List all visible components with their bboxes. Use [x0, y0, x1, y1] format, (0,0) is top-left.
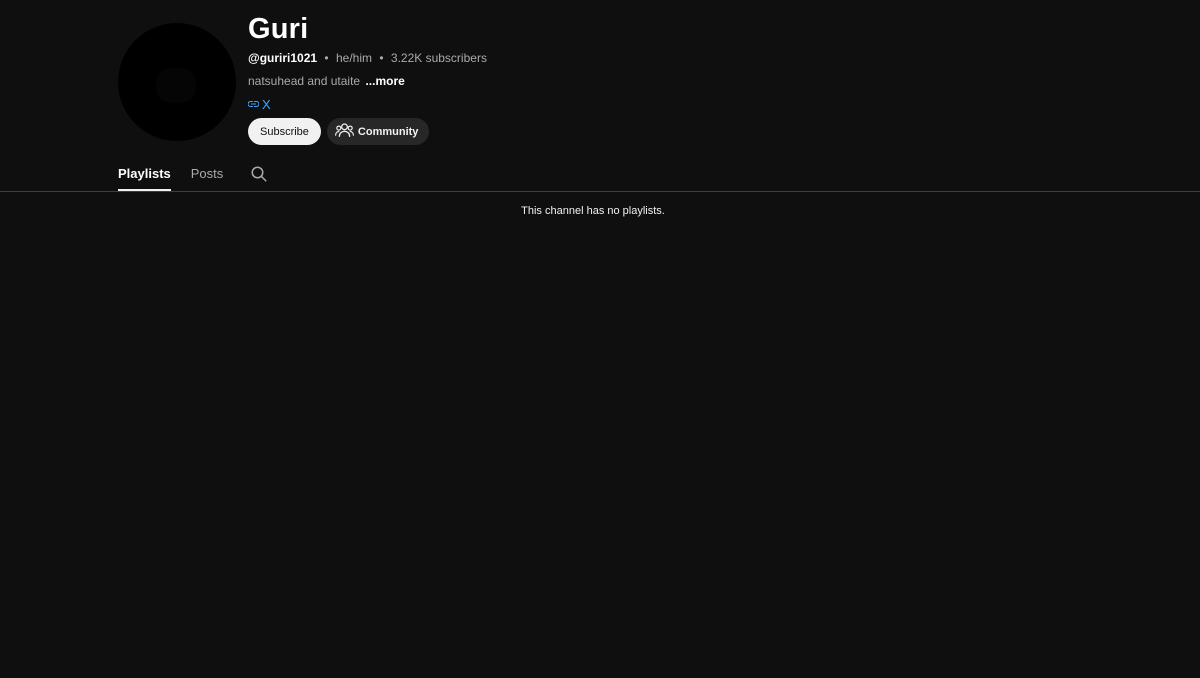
- channel-page: Guri @guriri1021 • he/him • 3.22K subscr…: [0, 0, 1200, 678]
- tabs-divider: [0, 191, 1200, 192]
- meta-separator: •: [379, 51, 384, 65]
- channel-tabs: Playlists Posts: [118, 160, 268, 191]
- channel-avatar[interactable]: [118, 23, 236, 141]
- channel-header: Guri @guriri1021 • he/him • 3.22K subscr…: [118, 10, 668, 145]
- subscribe-button[interactable]: Subscribe: [248, 118, 321, 145]
- channel-actions: Subscribe Community: [248, 118, 668, 145]
- channel-pronouns: he/him: [335, 51, 372, 65]
- meta-separator: •: [324, 51, 329, 65]
- description-text: natsuhead and utaite: [248, 74, 361, 88]
- tab-playlists[interactable]: Playlists: [118, 160, 171, 191]
- people-icon: [334, 122, 354, 141]
- channel-description[interactable]: natsuhead and utaite ...more: [248, 73, 668, 89]
- channel-meta: @guriri1021 • he/him • 3.22K subscribers: [248, 50, 668, 66]
- empty-state-message: This channel has no playlists.: [521, 205, 665, 217]
- tab-posts[interactable]: Posts: [191, 160, 224, 191]
- community-label: Community: [357, 125, 419, 138]
- link-icon: [248, 100, 259, 108]
- subscriber-count: 3.22K subscribers: [390, 51, 487, 65]
- avatar-image: [156, 68, 196, 103]
- more-link[interactable]: ...more: [365, 74, 404, 88]
- channel-info: Guri @guriri1021 • he/him • 3.22K subscr…: [248, 10, 668, 145]
- channel-link[interactable]: X: [248, 96, 668, 112]
- community-button[interactable]: Community: [326, 118, 430, 145]
- channel-handle: @guriri1021: [248, 51, 318, 65]
- link-label[interactable]: X: [262, 97, 271, 112]
- channel-title: Guri: [248, 13, 309, 45]
- search-icon[interactable]: [250, 165, 268, 183]
